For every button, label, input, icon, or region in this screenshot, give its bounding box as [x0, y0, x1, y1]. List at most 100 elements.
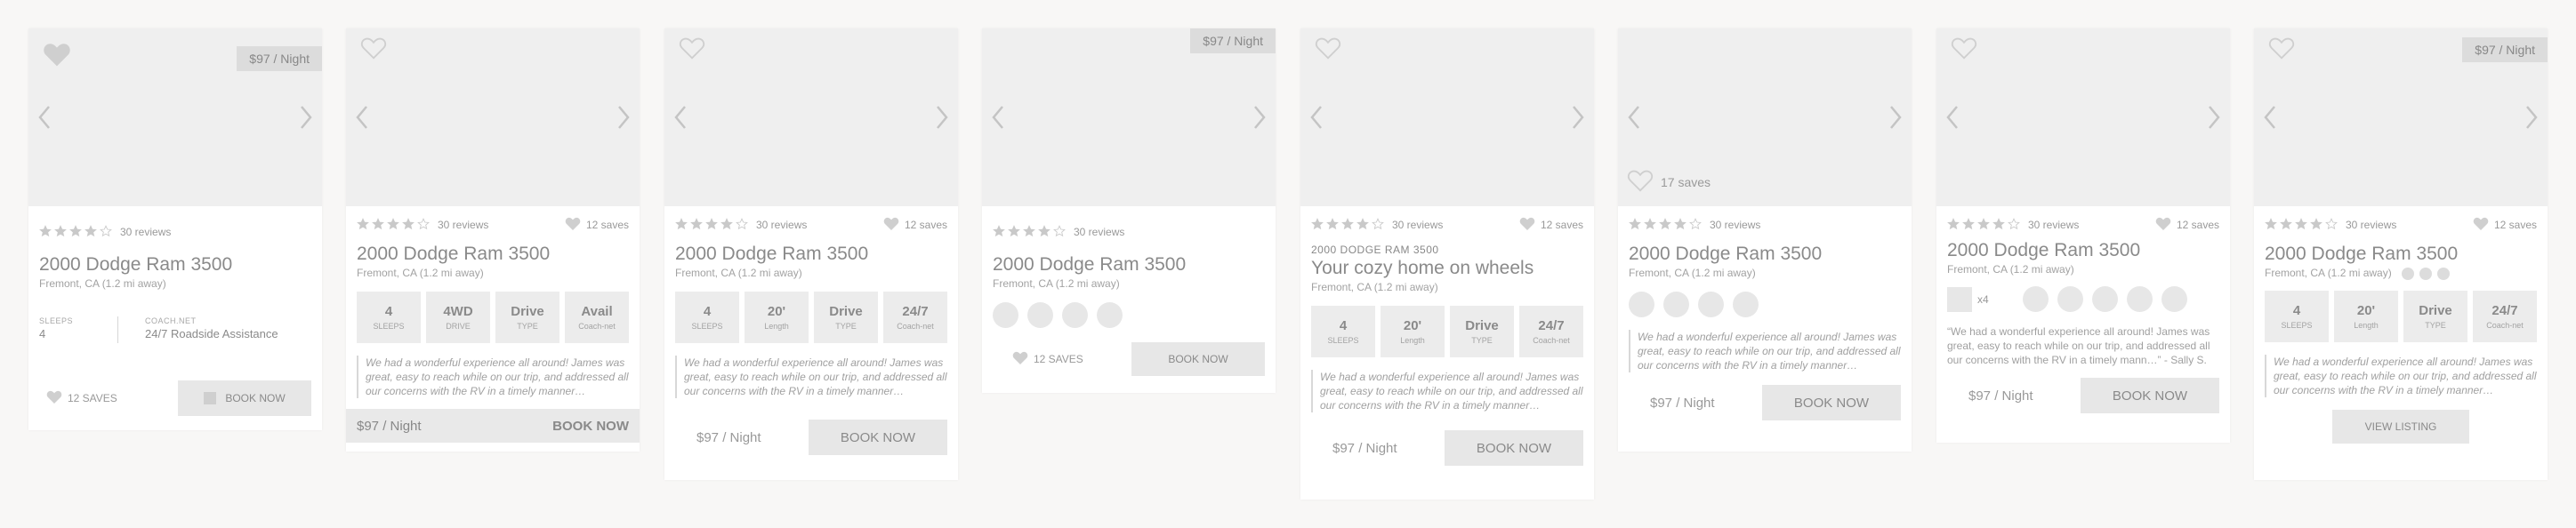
- review-count[interactable]: 30 reviews: [1392, 219, 1443, 231]
- listing-photo[interactable]: 17 saves: [1618, 28, 1912, 206]
- heart-icon[interactable]: [1315, 36, 1341, 65]
- listing-title[interactable]: 2000 Dodge Ram 3500: [1629, 244, 1901, 265]
- heart-icon[interactable]: [2473, 216, 2489, 234]
- book-now-link[interactable]: BOOK NOW: [552, 419, 629, 434]
- heart-icon[interactable]: [360, 36, 387, 65]
- listing-card-7[interactable]: 30 reviews 12 saves 2000 Dodge Ram 3500 …: [1936, 28, 2230, 443]
- saves-count: 12 saves: [585, 219, 629, 231]
- listing-photo[interactable]: $97 / Night: [982, 28, 1276, 206]
- chevron-right-icon[interactable]: [935, 105, 949, 134]
- listing-location: Fremont, CA (1.2 mi away): [2265, 267, 2392, 279]
- heart-icon[interactable]: [1951, 36, 1977, 65]
- listing-card-1[interactable]: $97 / Night 30 reviews 2000 Dodge Ram 35…: [28, 28, 322, 430]
- listing-photo[interactable]: $97 / Night: [2254, 28, 2548, 206]
- photo-thumb[interactable]: [1947, 286, 1972, 312]
- chevron-left-icon[interactable]: [991, 105, 1005, 134]
- chevron-left-icon[interactable]: [355, 105, 369, 134]
- heart-icon[interactable]: [2268, 36, 2295, 65]
- chevron-right-icon[interactable]: [2524, 105, 2539, 134]
- heart-icon[interactable]: [565, 216, 581, 234]
- coach-value: 24/7 Roadside Assistance: [145, 327, 278, 340]
- chevron-left-icon[interactable]: [37, 105, 52, 134]
- chevron-right-icon[interactable]: [616, 105, 631, 134]
- chevron-left-icon[interactable]: [1945, 105, 1960, 134]
- review-count[interactable]: 30 reviews: [2346, 219, 2396, 231]
- saves-toggle[interactable]: 12 saves: [883, 216, 947, 234]
- listing-photo[interactable]: [1300, 28, 1594, 206]
- sleeps-label: SLEEPS: [39, 316, 74, 325]
- review-count[interactable]: 30 reviews: [1074, 226, 1124, 238]
- book-now-button[interactable]: BOOK NOW: [1131, 342, 1265, 376]
- listing-photo[interactable]: [1936, 28, 2230, 206]
- heart-icon[interactable]: [1627, 168, 1654, 196]
- spec-label: SLEEPS: [2281, 320, 2313, 330]
- star-icon: [675, 217, 688, 233]
- review-snippet: We had a wonderful experience all around…: [1629, 330, 1901, 372]
- saves-toggle[interactable]: 12 saves: [2155, 216, 2219, 234]
- saves-toggle[interactable]: 12 SAVES: [993, 350, 1083, 368]
- spec-coach: 24/7 Coach-net: [2473, 290, 2537, 342]
- star-icon: [1038, 224, 1051, 240]
- book-now-button[interactable]: Book Now: [809, 420, 947, 455]
- star-icon: [1659, 217, 1671, 233]
- saves-toggle[interactable]: 12 saves: [1519, 216, 1583, 234]
- heart-icon[interactable]: [1012, 350, 1028, 368]
- listing-card-6[interactable]: 17 saves 30 reviews 2000 Dodge Ram 3500 …: [1618, 28, 1912, 452]
- listing-title[interactable]: 2000 Dodge Ram 3500: [1947, 240, 2219, 261]
- saves-toggle[interactable]: 12 saves: [565, 216, 629, 234]
- star-rating: 30 reviews: [993, 224, 1124, 240]
- heart-icon[interactable]: [679, 36, 705, 65]
- listing-card-4[interactable]: $97 / Night 30 reviews 2000 Dodge Ram 35…: [982, 28, 1276, 393]
- price-tag: $97 / Night: [1190, 28, 1276, 53]
- chevron-right-icon[interactable]: [1888, 105, 1903, 134]
- star-icon: [372, 217, 384, 233]
- heart-icon[interactable]: [46, 389, 62, 407]
- review-count[interactable]: 30 reviews: [756, 219, 807, 231]
- listing-photo[interactable]: [664, 28, 958, 206]
- spec-type: Drive TYPE: [2403, 290, 2467, 342]
- review-count[interactable]: 30 reviews: [120, 226, 171, 238]
- chevron-right-icon[interactable]: [2207, 105, 2221, 134]
- photo-saves[interactable]: 17 saves: [1627, 168, 1711, 196]
- book-now-button[interactable]: BOOK NOW: [178, 380, 311, 416]
- chevron-left-icon[interactable]: [2263, 105, 2277, 134]
- listing-title[interactable]: 2000 Dodge Ram 3500: [993, 254, 1265, 276]
- book-now-button[interactable]: Book Now: [1762, 385, 1901, 420]
- listing-title[interactable]: 2000 Dodge Ram 3500: [675, 244, 947, 265]
- heart-icon[interactable]: [883, 216, 899, 234]
- listing-photo[interactable]: $97 / Night: [28, 28, 322, 206]
- chevron-left-icon[interactable]: [1627, 105, 1641, 134]
- chevron-left-icon[interactable]: [1309, 105, 1324, 134]
- price-text: $97 / Night: [696, 429, 761, 445]
- chevron-right-icon[interactable]: [299, 105, 313, 134]
- star-rating: 30 reviews: [39, 224, 171, 240]
- chevron-left-icon[interactable]: [673, 105, 688, 134]
- amenity-icons: [2022, 286, 2187, 312]
- chevron-right-icon[interactable]: [1252, 105, 1267, 134]
- listing-card-2[interactable]: 30 reviews 12 saves 2000 Dodge Ram 3500 …: [346, 28, 640, 452]
- view-listing-button[interactable]: VIEW LISTING: [2332, 409, 2469, 444]
- heart-icon[interactable]: [1519, 216, 1535, 234]
- saves-toggle[interactable]: 12 SAVES: [39, 389, 117, 407]
- chevron-right-icon[interactable]: [1571, 105, 1585, 134]
- listing-title[interactable]: 2000 Dodge Ram 3500: [39, 254, 311, 276]
- listing-title[interactable]: 2000 Dodge Ram 3500: [357, 244, 629, 265]
- heart-icon[interactable]: [2155, 216, 2171, 234]
- book-now-button[interactable]: BOOK NOW: [1445, 430, 1583, 466]
- price-bar[interactable]: $97 / Night BOOK NOW: [346, 409, 640, 443]
- listing-photo[interactable]: [346, 28, 640, 206]
- listing-card-3[interactable]: 30 reviews 12 saves 2000 Dodge Ram 3500 …: [664, 28, 958, 480]
- book-now-button[interactable]: BOOK NOW: [2081, 378, 2219, 413]
- star-rating: 30 reviews: [357, 217, 488, 233]
- listing-title[interactable]: 2000 Dodge Ram 3500: [2265, 244, 2537, 265]
- heart-icon[interactable]: [43, 41, 71, 72]
- listing-card-8[interactable]: $97 / Night 30 reviews 12 saves 2000 Dod…: [2254, 28, 2548, 480]
- review-count[interactable]: 30 reviews: [438, 219, 488, 231]
- saves-toggle[interactable]: 12 saves: [2473, 216, 2537, 234]
- price-text: $97 / Night: [1650, 395, 1715, 411]
- review-count[interactable]: 30 reviews: [1710, 219, 1760, 231]
- listing-title[interactable]: Your cozy home on wheels: [1311, 258, 1583, 279]
- review-count[interactable]: 30 reviews: [2028, 219, 2079, 231]
- spec-value: Drive: [511, 304, 544, 319]
- listing-card-5[interactable]: 30 reviews 12 saves 2000 DODGE RAM 3500 …: [1300, 28, 1594, 500]
